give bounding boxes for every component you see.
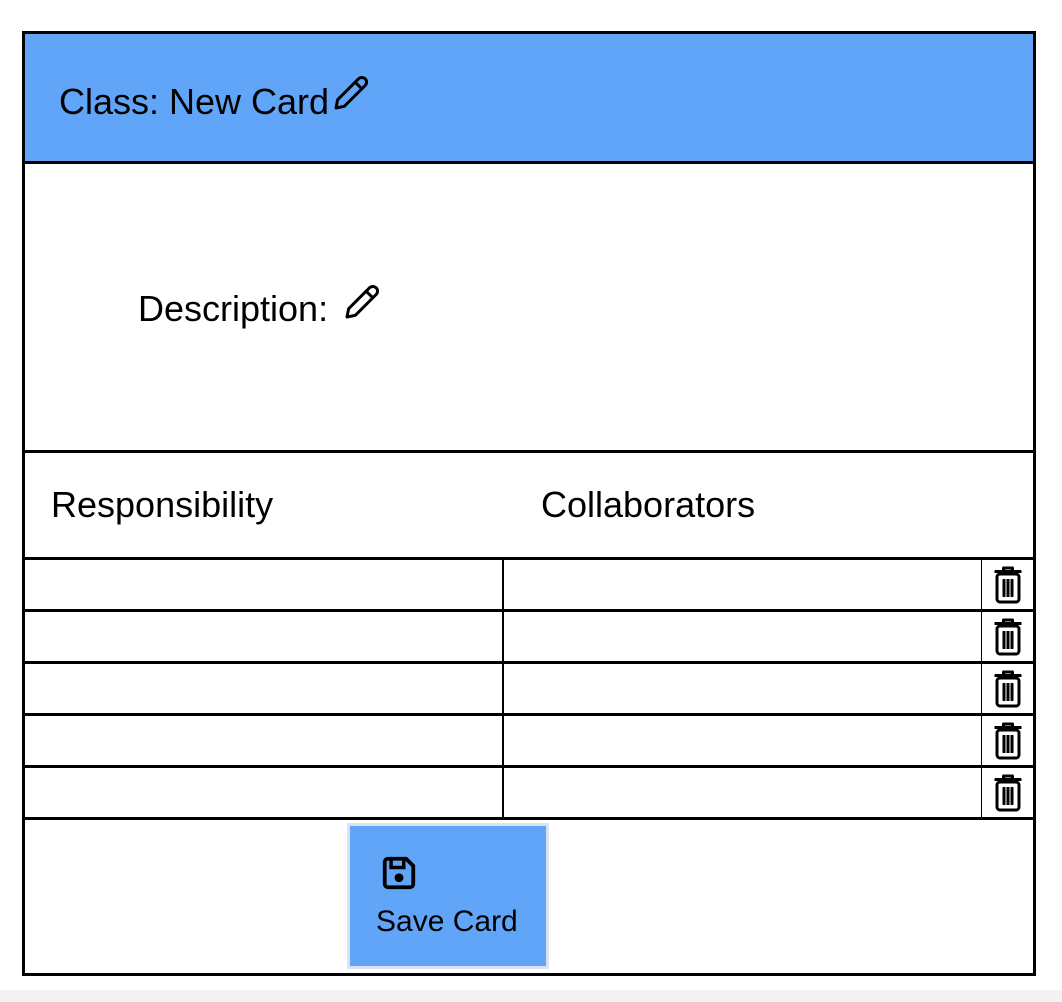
trash-icon [994, 774, 1021, 811]
edit-description-pencil-icon[interactable] [342, 282, 382, 334]
class-title-text: Class: New Card [59, 81, 330, 122]
trash-icon [994, 618, 1021, 655]
responsibility-header: Responsibility [51, 484, 274, 525]
trash-icon [994, 722, 1021, 759]
collaborator-cell[interactable] [504, 560, 982, 609]
crc-card: Class: New Card Description: Responsibil… [22, 31, 1036, 976]
description-label: Description: [138, 282, 382, 334]
table-row [25, 768, 1033, 820]
table-row [25, 612, 1033, 664]
collaborator-cell[interactable] [504, 768, 982, 817]
card-header: Class: New Card [25, 34, 1033, 164]
card-footer: Save Card [25, 820, 1033, 973]
save-card-label: Save Card [376, 905, 518, 938]
edit-class-pencil-icon[interactable] [331, 73, 371, 125]
delete-row-button[interactable] [982, 768, 1033, 817]
responsibility-cell[interactable] [25, 664, 504, 713]
delete-row-button[interactable] [982, 716, 1033, 765]
floppy-disk-icon [382, 856, 416, 890]
crc-rows [25, 560, 1033, 820]
description-section: Description: [25, 164, 1033, 453]
collaborator-cell[interactable] [504, 612, 982, 661]
trash-icon [994, 670, 1021, 707]
trash-icon [994, 566, 1021, 603]
responsibility-cell[interactable] [25, 716, 504, 765]
collaborators-header: Collaborators [541, 484, 756, 525]
delete-row-button[interactable] [982, 560, 1033, 609]
class-title: Class: New Card [59, 75, 371, 126]
responsibility-cell[interactable] [25, 560, 504, 609]
responsibility-cell[interactable] [25, 768, 504, 817]
table-row [25, 716, 1033, 768]
delete-row-button[interactable] [982, 612, 1033, 661]
save-card-button[interactable]: Save Card [347, 823, 549, 969]
responsibility-cell[interactable] [25, 612, 504, 661]
description-label-text: Description: [138, 288, 329, 329]
collaborator-cell[interactable] [504, 716, 982, 765]
table-row [25, 560, 1033, 612]
column-headers: Responsibility Collaborators [25, 453, 1033, 560]
table-row [25, 664, 1033, 716]
delete-row-button[interactable] [982, 664, 1033, 713]
collaborator-cell[interactable] [504, 664, 982, 713]
